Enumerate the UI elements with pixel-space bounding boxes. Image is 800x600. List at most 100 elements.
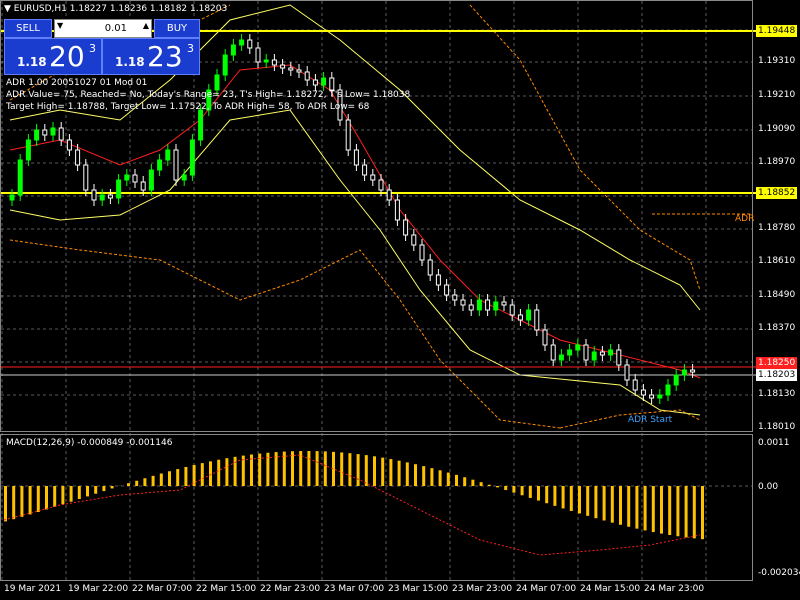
candle-body xyxy=(526,309,532,321)
macd-bar xyxy=(307,451,311,486)
candle-body xyxy=(550,344,556,361)
candle-body xyxy=(485,299,491,311)
chevron-down-icon[interactable]: ▼ xyxy=(57,21,63,30)
macd-bar xyxy=(209,461,212,486)
time-axis-label: 22 Mar 15:00 xyxy=(196,584,257,594)
candle-body xyxy=(321,77,327,86)
time-axis-label: 22 Mar 07:00 xyxy=(132,584,193,594)
candle-body xyxy=(189,139,195,176)
time-axis-label: 22 Mar 23:00 xyxy=(260,584,321,594)
macd-bar xyxy=(397,460,401,486)
macd-bar xyxy=(77,486,81,500)
candle-body xyxy=(493,301,499,311)
macd-bar xyxy=(28,486,32,515)
macd-bar xyxy=(200,463,204,486)
macd-bar xyxy=(225,458,229,486)
candle-body xyxy=(632,379,638,391)
triangle-icon: ▼ xyxy=(4,4,14,14)
time-axis-label: 19 Mar 2021 xyxy=(4,584,62,594)
macd-bar xyxy=(422,466,426,486)
candle-body xyxy=(452,294,458,301)
macd-bar xyxy=(651,486,655,533)
candle-body xyxy=(427,259,433,276)
adr-label: ADR xyxy=(735,214,755,224)
macd-bar xyxy=(504,486,508,490)
candle-body xyxy=(42,129,48,136)
candle-body xyxy=(107,194,113,199)
candle-body xyxy=(690,369,696,373)
macd-bar xyxy=(643,486,647,531)
time-axis-label: 23 Mar 07:00 xyxy=(324,584,385,594)
candle-body xyxy=(214,74,220,91)
macd-bar xyxy=(86,486,89,497)
macd-bar xyxy=(455,474,458,486)
macd-bar xyxy=(610,486,614,523)
symbol-title: ▼ EURUSD,H1 1.18227 1.18236 1.18182 1.18… xyxy=(4,4,228,14)
macd-axis-bottom: -0.002034 xyxy=(758,568,800,578)
candle-body xyxy=(99,194,105,201)
candle-body xyxy=(247,39,253,49)
macd-bar xyxy=(135,480,139,486)
macd-bar xyxy=(602,486,606,521)
time-axis-label: 24 Mar 15:00 xyxy=(580,584,641,594)
sell-price-box[interactable]: 1.18 20 3 xyxy=(4,38,102,75)
macd-bar xyxy=(168,471,171,486)
candle-body xyxy=(591,351,597,361)
envelope-upper-right xyxy=(469,4,701,291)
macd-bar xyxy=(159,473,163,486)
red-line-tag: 1.18250 xyxy=(756,357,798,369)
macd-bar xyxy=(389,459,393,486)
envelope-lower xyxy=(9,239,561,429)
candle-body xyxy=(255,47,261,63)
candle-body xyxy=(362,164,368,176)
buy-price-box[interactable]: 1.18 23 3 xyxy=(102,38,200,75)
candle-body xyxy=(575,344,581,351)
candle-body xyxy=(353,149,359,166)
macd-bar xyxy=(537,486,540,501)
adr-info-line-2: ADR Value= 75, Reached= No, Today's Rang… xyxy=(6,90,411,100)
macd-bar xyxy=(668,486,672,535)
candle-body xyxy=(25,139,31,161)
macd-bar xyxy=(471,479,475,486)
candle-body xyxy=(239,39,245,46)
candle-body xyxy=(91,189,97,201)
candle-body xyxy=(583,344,589,361)
macd-bar xyxy=(381,457,385,486)
candle-body xyxy=(66,139,72,151)
macd-bar xyxy=(528,486,532,498)
macd-bar xyxy=(94,486,98,494)
macd-bar xyxy=(12,486,16,520)
macd-bar xyxy=(405,462,409,486)
macd-bar xyxy=(315,451,319,486)
candle-body xyxy=(534,309,540,331)
price-axis-label: 1.18130 xyxy=(758,389,796,399)
macd-bar xyxy=(151,475,155,486)
candle-body xyxy=(608,349,614,356)
macd-bar xyxy=(69,486,73,502)
candle-body xyxy=(75,149,81,166)
macd-bar xyxy=(20,486,24,517)
candle-body xyxy=(444,284,450,296)
candle-body xyxy=(9,194,15,201)
sell-button[interactable]: SELL xyxy=(4,19,52,38)
level-high-tag: 1.19448 xyxy=(756,25,798,37)
macd-bar xyxy=(487,484,491,486)
adr-start-label: ADR Start xyxy=(628,415,673,425)
macd-bar xyxy=(176,469,180,486)
macd-bar xyxy=(364,455,368,486)
candle-body xyxy=(599,351,605,356)
candle-body xyxy=(616,349,622,366)
price-axis-label: 1.18780 xyxy=(758,223,796,233)
chevron-up-icon[interactable]: ▲ xyxy=(143,21,149,30)
price-axis-label: 1.19310 xyxy=(758,56,796,66)
candle-body xyxy=(230,44,236,56)
macd-bar xyxy=(676,486,680,537)
candle-body xyxy=(34,129,40,141)
candle-body xyxy=(624,364,630,381)
time-axis-label: 19 Mar 22:00 xyxy=(68,584,129,594)
lot-size-field[interactable]: ▼ 0.01 ▲ xyxy=(54,19,152,38)
macd-axis-top: 0.0011 xyxy=(758,438,790,448)
sell-price-main: 20 xyxy=(49,40,85,73)
macd-bar xyxy=(184,466,188,486)
buy-button[interactable]: BUY xyxy=(154,19,200,38)
